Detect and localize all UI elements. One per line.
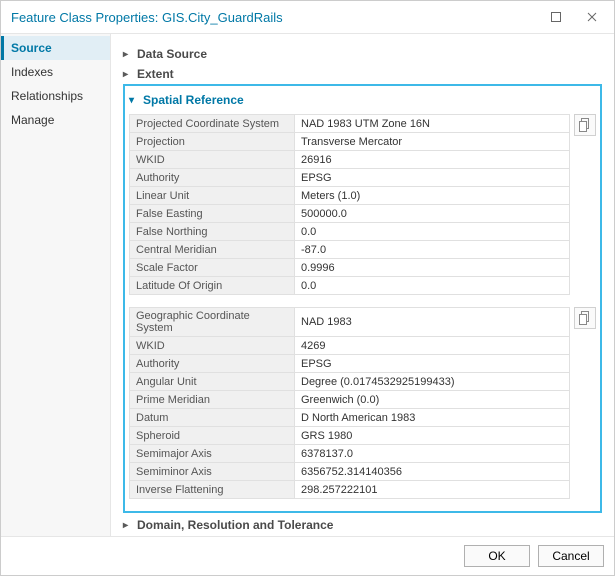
property-value: NAD 1983 UTM Zone 16N	[295, 115, 570, 133]
property-value: 4269	[295, 337, 570, 355]
property-key: False Easting	[130, 205, 295, 223]
property-value: Greenwich (0.0)	[295, 391, 570, 409]
footer: OK Cancel	[1, 537, 614, 575]
property-key: Datum	[130, 409, 295, 427]
property-value: 6356752.314140356	[295, 463, 570, 481]
projected-table: Projected Coordinate SystemNAD 1983 UTM …	[129, 114, 570, 295]
sidebar-item-manage[interactable]: Manage	[1, 108, 110, 132]
section-label: Data Source	[137, 47, 207, 61]
table-row: Linear UnitMeters (1.0)	[130, 187, 570, 205]
property-value: 0.0	[295, 223, 570, 241]
property-value: Degree (0.0174532925199433)	[295, 373, 570, 391]
property-value: GRS 1980	[295, 427, 570, 445]
spatial-reference-box: ▾ Spatial Reference Projected Coordinate…	[123, 84, 602, 513]
sidebar-item-label: Relationships	[11, 89, 83, 103]
section-label: Spatial Reference	[143, 93, 244, 107]
table-row: Angular UnitDegree (0.0174532925199433)	[130, 373, 570, 391]
sidebar-item-label: Source	[11, 41, 52, 55]
property-value: 26916	[295, 151, 570, 169]
section-data-source[interactable]: ▸ Data Source	[123, 44, 602, 64]
property-value: 0.0	[295, 277, 570, 295]
section-label: Extent	[137, 67, 174, 81]
table-row: AuthorityEPSG	[130, 169, 570, 187]
table-row: DatumD North American 1983	[130, 409, 570, 427]
chevron-right-icon: ▸	[123, 69, 133, 80]
property-key: Semiminor Axis	[130, 463, 295, 481]
close-icon[interactable]	[578, 7, 606, 27]
property-value: EPSG	[295, 355, 570, 373]
property-key: False Northing	[130, 223, 295, 241]
property-value: 500000.0	[295, 205, 570, 223]
sidebar-item-relationships[interactable]: Relationships	[1, 84, 110, 108]
property-value: -87.0	[295, 241, 570, 259]
section-extent[interactable]: ▸ Extent	[123, 64, 602, 84]
copy-button[interactable]	[574, 114, 596, 136]
table-row: Geographic Coordinate SystemNAD 1983	[130, 308, 570, 337]
copy-button[interactable]	[574, 307, 596, 329]
ok-button[interactable]: OK	[464, 545, 530, 567]
property-key: Projection	[130, 133, 295, 151]
section-label: Domain, Resolution and Tolerance	[137, 518, 333, 532]
property-key: Scale Factor	[130, 259, 295, 277]
table-row: AuthorityEPSG	[130, 355, 570, 373]
property-key: Angular Unit	[130, 373, 295, 391]
chevron-right-icon: ▸	[123, 520, 133, 531]
sidebar-item-indexes[interactable]: Indexes	[1, 60, 110, 84]
section-domain[interactable]: ▸ Domain, Resolution and Tolerance	[123, 515, 602, 535]
table-row: False Northing0.0	[130, 223, 570, 241]
property-key: WKID	[130, 337, 295, 355]
table-row: ProjectionTransverse Mercator	[130, 133, 570, 151]
property-value: 0.9996	[295, 259, 570, 277]
table-row: Latitude Of Origin0.0	[130, 277, 570, 295]
property-key: Projected Coordinate System	[130, 115, 295, 133]
property-value: 6378137.0	[295, 445, 570, 463]
property-value: D North American 1983	[295, 409, 570, 427]
property-key: WKID	[130, 151, 295, 169]
table-row: WKID26916	[130, 151, 570, 169]
titlebar: Feature Class Properties: GIS.City_Guard…	[1, 1, 614, 34]
table-row: Scale Factor0.9996	[130, 259, 570, 277]
table-row: Inverse Flattening298.257222101	[130, 481, 570, 499]
geographic-table: Geographic Coordinate SystemNAD 1983WKID…	[129, 307, 570, 499]
table-row: Projected Coordinate SystemNAD 1983 UTM …	[130, 115, 570, 133]
property-value: EPSG	[295, 169, 570, 187]
property-key: Geographic Coordinate System	[130, 308, 295, 337]
table-row: Prime MeridianGreenwich (0.0)	[130, 391, 570, 409]
content-area: ▸ Data Source ▸ Extent ▾ Spatial Referen…	[111, 34, 614, 536]
property-value: NAD 1983	[295, 308, 570, 337]
window-controls	[542, 7, 606, 27]
property-key: Prime Meridian	[130, 391, 295, 409]
property-key: Authority	[130, 169, 295, 187]
property-key: Semimajor Axis	[130, 445, 295, 463]
table-row: False Easting500000.0	[130, 205, 570, 223]
property-key: Latitude Of Origin	[130, 277, 295, 295]
property-key: Linear Unit	[130, 187, 295, 205]
sidebar-item-source[interactable]: Source	[1, 36, 110, 60]
sidebar-item-label: Indexes	[11, 65, 53, 79]
property-value: 298.257222101	[295, 481, 570, 499]
property-key: Central Meridian	[130, 241, 295, 259]
section-spatial-reference[interactable]: ▾ Spatial Reference	[129, 90, 596, 110]
table-row: WKID4269	[130, 337, 570, 355]
table-row: Central Meridian-87.0	[130, 241, 570, 259]
property-key: Inverse Flattening	[130, 481, 295, 499]
property-value: Meters (1.0)	[295, 187, 570, 205]
cancel-button[interactable]: Cancel	[538, 545, 604, 567]
table-row: Semiminor Axis6356752.314140356	[130, 463, 570, 481]
window-title: Feature Class Properties: GIS.City_Guard…	[11, 10, 283, 25]
property-key: Spheroid	[130, 427, 295, 445]
sidebar-item-label: Manage	[11, 113, 54, 127]
property-value: Transverse Mercator	[295, 133, 570, 151]
table-row: SpheroidGRS 1980	[130, 427, 570, 445]
chevron-right-icon: ▸	[123, 49, 133, 60]
maximize-icon[interactable]	[542, 7, 570, 27]
sidebar: Source Indexes Relationships Manage	[1, 34, 111, 536]
chevron-down-icon: ▾	[129, 95, 139, 106]
property-key: Authority	[130, 355, 295, 373]
table-row: Semimajor Axis6378137.0	[130, 445, 570, 463]
